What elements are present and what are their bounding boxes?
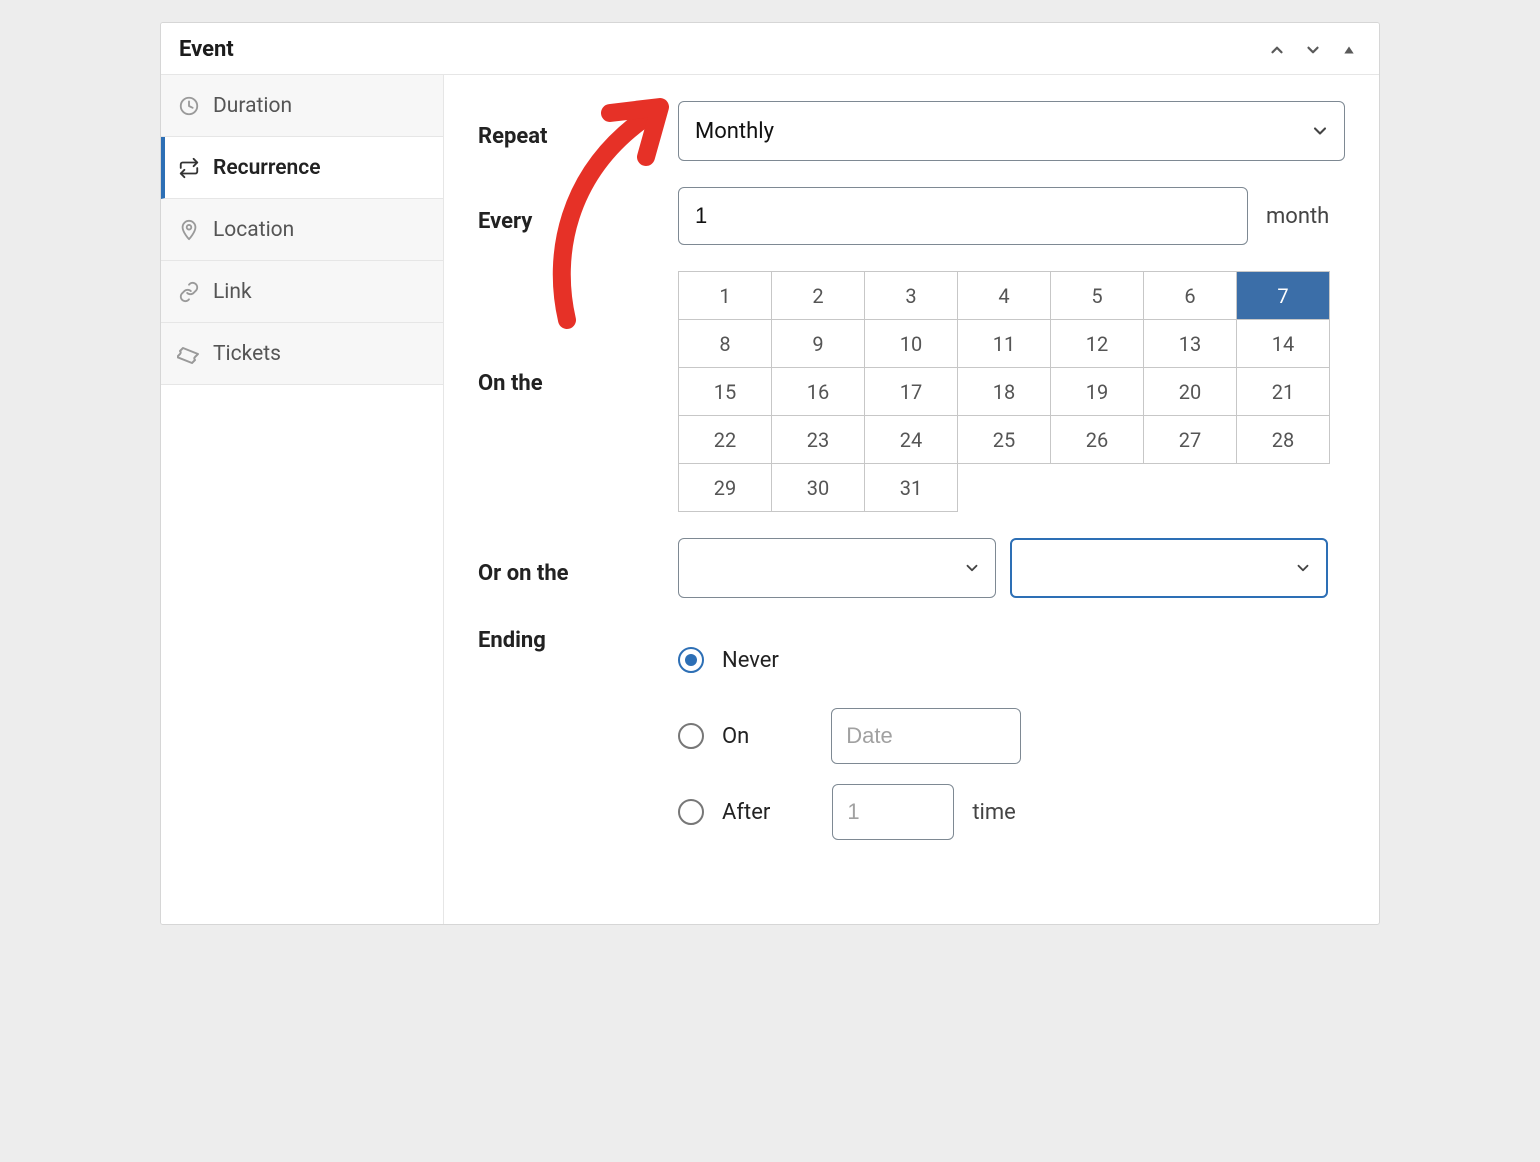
- day-cell-1[interactable]: 1: [679, 272, 772, 320]
- day-cell-23[interactable]: 23: [772, 416, 865, 464]
- chevron-down-icon: [1294, 559, 1312, 577]
- day-cell-25[interactable]: 25: [958, 416, 1051, 464]
- day-cell-16[interactable]: 16: [772, 368, 865, 416]
- panel-title: Event: [179, 37, 234, 62]
- day-cell-19[interactable]: 19: [1051, 368, 1144, 416]
- sidebar-item-label: Location: [213, 218, 294, 242]
- or-on-the-ordinal-select[interactable]: [678, 538, 996, 598]
- day-cell-11[interactable]: 11: [958, 320, 1051, 368]
- sidebar-item-location[interactable]: Location: [161, 199, 443, 261]
- day-cell-29[interactable]: 29: [679, 464, 772, 512]
- or-on-the-weekday-select[interactable]: [1010, 538, 1328, 598]
- sidebar-item-recurrence[interactable]: Recurrence: [161, 137, 443, 199]
- sidebar-item-label: Link: [213, 280, 252, 304]
- day-cell-26[interactable]: 26: [1051, 416, 1144, 464]
- day-cell-3[interactable]: 3: [865, 272, 958, 320]
- row-repeat: Repeat Monthly: [478, 101, 1345, 161]
- ending-option-after[interactable]: After time: [678, 782, 1345, 842]
- repeat-select[interactable]: Monthly: [678, 101, 1345, 161]
- row-on-the: On the 123456789101112131415161718192021…: [478, 271, 1345, 512]
- sidebar-item-tickets[interactable]: Tickets: [161, 323, 443, 385]
- sidebar-item-link[interactable]: Link: [161, 261, 443, 323]
- every-unit-label: month: [1266, 204, 1329, 229]
- day-cell-8[interactable]: 8: [679, 320, 772, 368]
- row-ending: Ending Never On After: [478, 624, 1345, 858]
- sidebar-item-label: Duration: [213, 94, 292, 118]
- ending-option-never[interactable]: Never: [678, 630, 1345, 690]
- panel-body: Duration Recurrence Location Link: [161, 75, 1379, 924]
- chevron-down-icon: [1310, 121, 1330, 141]
- day-cell-15[interactable]: 15: [679, 368, 772, 416]
- every-input[interactable]: [678, 187, 1248, 245]
- day-cell-6[interactable]: 6: [1144, 272, 1237, 320]
- day-cell-27[interactable]: 27: [1144, 416, 1237, 464]
- chevron-down-icon: [963, 559, 981, 577]
- day-cell-31[interactable]: 31: [865, 464, 958, 512]
- day-cell-13[interactable]: 13: [1144, 320, 1237, 368]
- panel-header-controls: [1265, 38, 1361, 62]
- day-cell-22[interactable]: 22: [679, 416, 772, 464]
- ticket-icon: [177, 342, 201, 366]
- day-cell-20[interactable]: 20: [1144, 368, 1237, 416]
- day-cell-5[interactable]: 5: [1051, 272, 1144, 320]
- ending-label: Ending: [478, 624, 678, 653]
- day-cell-4[interactable]: 4: [958, 272, 1051, 320]
- every-label: Every: [478, 199, 678, 234]
- collapse-triangle-icon[interactable]: [1337, 38, 1361, 62]
- chevron-up-icon[interactable]: [1265, 38, 1289, 62]
- ending-after-label: After: [722, 800, 770, 825]
- sidebar-item-label: Tickets: [213, 342, 281, 366]
- day-cell-24[interactable]: 24: [865, 416, 958, 464]
- ending-option-on[interactable]: On: [678, 706, 1345, 766]
- event-panel: Event Duration: [160, 22, 1380, 925]
- sidebar-item-label: Recurrence: [213, 156, 321, 180]
- ending-after-unit-label: time: [972, 800, 1016, 825]
- day-cell-21[interactable]: 21: [1237, 368, 1330, 416]
- day-cell-9[interactable]: 9: [772, 320, 865, 368]
- day-cell-14[interactable]: 14: [1237, 320, 1330, 368]
- day-cell-2[interactable]: 2: [772, 272, 865, 320]
- recurrence-form: Repeat Monthly Every month: [444, 75, 1379, 924]
- ending-on-label: On: [722, 724, 749, 749]
- day-cell-28[interactable]: 28: [1237, 416, 1330, 464]
- sidebar-item-duration[interactable]: Duration: [161, 75, 443, 137]
- ending-never-label: Never: [722, 648, 779, 673]
- sidebar: Duration Recurrence Location Link: [161, 75, 444, 924]
- on-the-label: On the: [478, 271, 678, 396]
- repeat-icon: [177, 156, 201, 180]
- radio-on[interactable]: [678, 723, 704, 749]
- repeat-select-value: Monthly: [695, 119, 774, 144]
- chevron-down-icon[interactable]: [1301, 38, 1325, 62]
- repeat-label: Repeat: [478, 114, 678, 149]
- clock-icon: [177, 94, 201, 118]
- or-on-the-label: Or on the: [478, 551, 678, 586]
- radio-never[interactable]: [678, 647, 704, 673]
- day-cell-7[interactable]: 7: [1237, 272, 1330, 320]
- day-cell-18[interactable]: 18: [958, 368, 1051, 416]
- link-icon: [177, 280, 201, 304]
- day-cell-17[interactable]: 17: [865, 368, 958, 416]
- radio-after[interactable]: [678, 799, 704, 825]
- day-of-month-grid: 1234567891011121314151617181920212223242…: [678, 271, 1330, 512]
- ending-on-date-input[interactable]: [831, 708, 1021, 764]
- ending-after-count-input[interactable]: [832, 784, 954, 840]
- day-cell-12[interactable]: 12: [1051, 320, 1144, 368]
- map-pin-icon: [177, 218, 201, 242]
- panel-header: Event: [161, 23, 1379, 75]
- day-cell-10[interactable]: 10: [865, 320, 958, 368]
- day-cell-30[interactable]: 30: [772, 464, 865, 512]
- row-or-on-the: Or on the: [478, 538, 1345, 598]
- row-every: Every month: [478, 187, 1345, 245]
